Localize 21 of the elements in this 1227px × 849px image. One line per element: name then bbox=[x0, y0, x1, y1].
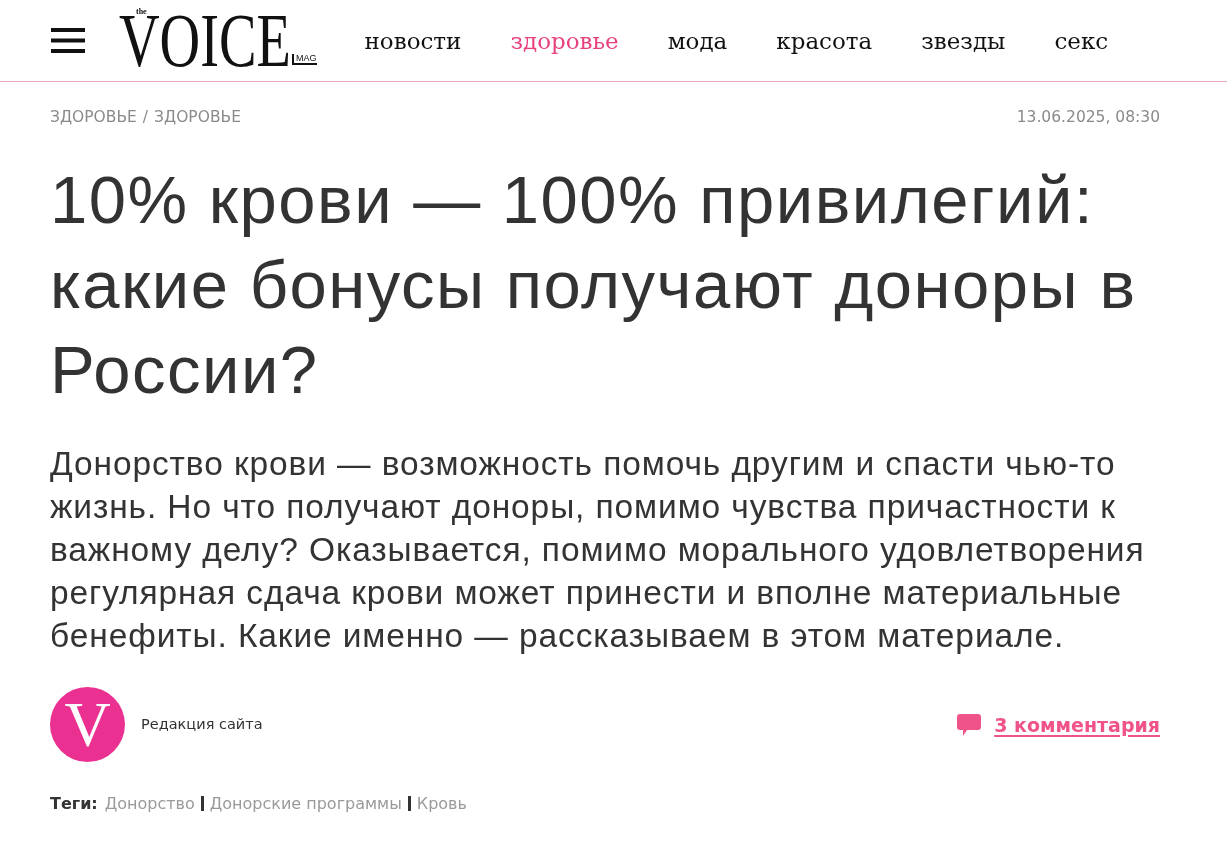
breadcrumb-separator: / bbox=[142, 108, 149, 126]
breadcrumb-link[interactable]: ЗДОРОВЬЕ bbox=[50, 108, 137, 126]
comments-link[interactable]: 3 комментария bbox=[994, 713, 1160, 736]
tags-heading: Теги: bbox=[50, 794, 98, 813]
tag-link[interactable]: Кровь bbox=[416, 794, 467, 813]
avatar-logo: V bbox=[50, 687, 125, 762]
tag-link[interactable]: Донорские программы bbox=[209, 794, 402, 813]
article-lead: Донорство крови — возможность помочь другим и спасти чью-то жизнь. Но что получают доноры, помимо чувства причастности к важному делу? Оказывается, помимо морального удовлетворения регулярная сдача крови может принести и вполне материальные бенефиты. Какие именно — рассказываем в этом материале. bbox=[50, 444, 1146, 656]
nav-link[interactable]: здоровье bbox=[510, 27, 619, 54]
nav-link[interactable]: красота bbox=[776, 27, 873, 54]
speech-bubble-icon bbox=[957, 713, 982, 736]
article-headline: 10% крови — 100% привилегий: какие бонусы получают доноры в России? bbox=[50, 161, 1138, 409]
nav-link[interactable]: мода bbox=[667, 27, 728, 54]
tag-link[interactable]: Донорство bbox=[104, 794, 195, 813]
nav-link[interactable]: новости bbox=[364, 27, 462, 54]
breadcrumb-link[interactable]: ЗДОРОВЬЕ bbox=[154, 108, 241, 126]
menu-icon[interactable] bbox=[51, 28, 85, 53]
author-name: Редакция сайта bbox=[141, 715, 263, 732]
nav-link[interactable]: секс bbox=[1054, 27, 1109, 54]
publish-date: 13.06.2025, 08:30 bbox=[1016, 108, 1160, 126]
nav-link[interactable]: звезды bbox=[921, 27, 1006, 54]
